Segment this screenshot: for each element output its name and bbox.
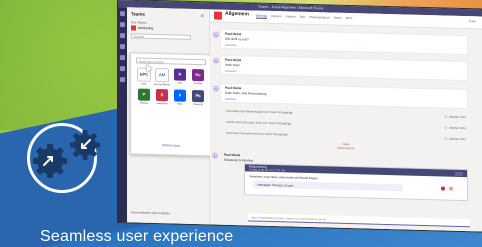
avatar: PH xyxy=(213,85,219,92)
tab-files[interactable]: Dateien xyxy=(271,14,281,18)
reply-link[interactable]: Antworten xyxy=(225,70,237,73)
team-item-marketing[interactable]: Marketing xyxy=(131,25,153,31)
meeting-attachment[interactable]: Unterlagen: Konzept_V3.pptx xyxy=(253,180,403,192)
app-tile-planner[interactable]: P Planner xyxy=(136,88,152,105)
tab-more[interactable]: Mehr xyxy=(346,16,353,20)
app-tile-kanzlei[interactable]: Kc Kanzlei xyxy=(190,68,206,87)
more-apps-icon[interactable] xyxy=(120,77,125,83)
tab-board[interactable]: Board xyxy=(334,16,342,20)
app-label: Salesforce xyxy=(156,102,168,106)
teams-section-label: Ihre Teams xyxy=(131,20,147,25)
app-label: Hub xyxy=(177,81,183,85)
filter-icon[interactable]: ⚙ xyxy=(200,13,204,18)
channel-avatar xyxy=(214,11,222,20)
system-date: 17. Oktober 2019 xyxy=(444,114,466,120)
message-author: Paul Heins xyxy=(225,85,242,91)
team-label[interactable]: Team xyxy=(469,19,476,23)
hub-icon: R xyxy=(174,68,186,81)
app-tile-salesforce[interactable]: S Salesforce xyxy=(154,88,170,106)
power-bi-icon: Pb xyxy=(192,89,204,103)
files-icon[interactable] xyxy=(120,66,125,72)
avatar: PH xyxy=(213,31,219,38)
decline-icon[interactable] xyxy=(441,186,445,191)
system-message: Paul Heins hat Anke Arndt zum Team hinzu… xyxy=(226,131,466,141)
system-message: Carola Sorin hat Lukas Jubin zum Team hi… xyxy=(226,120,466,130)
tab-report[interactable]: Planungsreport xyxy=(309,15,329,20)
avatar: PH xyxy=(213,57,219,64)
activity-icon[interactable] xyxy=(120,11,125,17)
meeting-badge xyxy=(455,171,463,176)
join-team-link[interactable]: Team beitreten oder erstellen xyxy=(131,210,170,215)
app-tile-account-manager[interactable]: AM Account Manager xyxy=(154,67,170,87)
teams-icon[interactable] xyxy=(120,33,125,39)
app-label: Planner xyxy=(139,101,149,105)
meeting-card[interactable]: Besprechung Freitag 11:00 Uhr bis 12:00 … xyxy=(244,163,468,202)
apps-flyout: Nach Apps suchen EPC EPC AM Account Manage… xyxy=(130,52,212,157)
channel-tabs: Beiträge Dateien Notizen Wiki Planungsreport… xyxy=(256,13,357,21)
meeting-time: Freitag 11:00 Uhr bis 12:00 Uhr xyxy=(249,167,286,172)
teams-window: Teams – Kanal Allgemein | Microsoft Team… xyxy=(118,0,482,232)
gear-icon xyxy=(68,128,102,162)
message-text: Hallo Team, bitte Rückmeldung xyxy=(225,90,267,96)
tab-notes[interactable]: Notizen xyxy=(286,14,296,18)
system-text: Carola Sorin hat Lukas Jubin zum Team hi… xyxy=(226,119,292,126)
team-name: Marketing xyxy=(138,25,154,31)
avatar: PH xyxy=(212,152,218,159)
salesforce-icon: S xyxy=(156,88,168,102)
system-text: Paul Heins hat Anke Arndt zum Team hinzu… xyxy=(226,130,289,137)
app-tile-flow[interactable]: F Flow xyxy=(172,89,188,106)
message-text: Einladung zu Meeting xyxy=(224,157,253,163)
tab-posts[interactable]: Beiträge xyxy=(256,13,268,19)
account-manager-icon: AM xyxy=(155,67,169,83)
team-avatar xyxy=(131,25,136,31)
app-label: Kanzlei xyxy=(194,81,202,86)
message-text: Wie sieht es aus? xyxy=(225,36,249,42)
channel-name: Allgemein xyxy=(225,10,249,18)
app-label: EPC xyxy=(141,82,147,86)
system-date: 17. Oktober 2019 xyxy=(444,136,466,142)
more-apps-link[interactable]: Weitere Apps xyxy=(131,142,211,148)
system-date: 17. Oktober 2019 xyxy=(444,125,466,131)
message-text: Hallo Team xyxy=(225,62,240,68)
calls-icon[interactable] xyxy=(120,55,125,61)
gear-icon xyxy=(30,141,70,181)
flow-icon: F xyxy=(174,89,186,102)
calendar-icon[interactable] xyxy=(120,44,125,50)
teams-search-input[interactable]: Suchen xyxy=(131,33,191,40)
app-label: Power BI xyxy=(193,102,203,107)
reply-link[interactable]: Antworten xyxy=(225,98,237,101)
message-author: Paul Heins xyxy=(225,31,242,37)
app-tile-hub[interactable]: R Hub xyxy=(172,68,188,86)
message-author: Paul Heins xyxy=(225,57,242,63)
app-label: Account Manager xyxy=(154,82,170,87)
app-tile-power-bi[interactable]: Pb Power BI xyxy=(190,89,206,107)
headline: Seamless user experience xyxy=(40,228,234,245)
message-card: PH Paul Heins Hallo Team, bitte Rückmeld… xyxy=(213,82,468,110)
message-card: PH Paul Heins Wie sieht es aus? Antworte… xyxy=(213,28,468,56)
app-rail xyxy=(118,7,127,223)
apps-grid: EPC EPC AM Account Manager R Hub Kc Kanzlei … xyxy=(136,67,208,106)
message-card: PH Paul Heins Hallo Team Antworten xyxy=(213,54,468,82)
attachment-label: Unterlagen: Konzept_V3.pptx xyxy=(257,182,294,188)
kanzlei-icon: Kc xyxy=(192,68,204,82)
teams-pane-title: Teams xyxy=(131,11,145,17)
chat-icon[interactable] xyxy=(120,22,125,28)
app-label: Flow xyxy=(177,102,183,106)
message-author: Paul Heins xyxy=(224,152,241,158)
system-text: Paul Heins hat Roland Kappel zum Team hi… xyxy=(226,108,293,115)
tab-wiki[interactable]: Wiki xyxy=(300,15,306,19)
system-message: Paul Heins hat Roland Kappel zum Team hi… xyxy=(226,109,466,119)
promo-background: Teams – Kanal Allgemein | Microsoft Team… xyxy=(0,0,482,247)
meeting-participants: Teilnehmer: Paul Heins, Anke Arndt und R… xyxy=(249,174,318,181)
reply-link[interactable]: Antworten xyxy=(225,44,237,47)
planner-icon: P xyxy=(138,88,150,101)
tentative-icon[interactable] xyxy=(449,186,453,191)
